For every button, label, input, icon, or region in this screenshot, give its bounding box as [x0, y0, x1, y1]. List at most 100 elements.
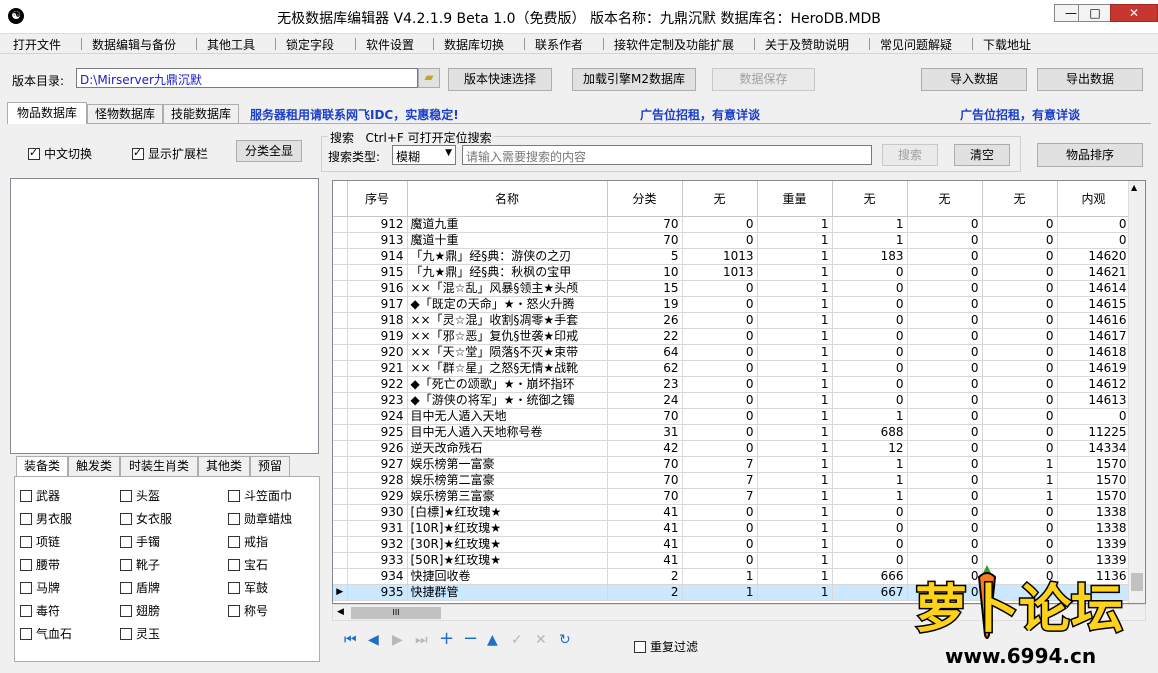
table-cell[interactable]: 23 [607, 376, 683, 393]
table-cell[interactable]: 0 [682, 376, 758, 393]
table-cell[interactable]: 0 [907, 440, 983, 457]
table-cell[interactable]: 0 [982, 520, 1058, 537]
table-cell[interactable]: 2 [607, 584, 683, 601]
table-cell[interactable]: 14617 [1057, 328, 1131, 345]
category-checkbox[interactable]: 称号 [228, 602, 268, 619]
table-cell[interactable]: 10 [607, 264, 683, 281]
table-cell[interactable]: 31 [607, 424, 683, 441]
table-cell[interactable]: 70 [607, 488, 683, 505]
table-row[interactable]: 912 魔道九重 70 0 1 1 0 0 0 [333, 216, 1131, 233]
table-cell[interactable]: 0 [982, 264, 1058, 281]
table-cell[interactable]: 0 [907, 408, 983, 425]
row-indicator[interactable] [333, 520, 348, 537]
table-cell[interactable]: 1338 [1057, 504, 1131, 521]
category-checkbox[interactable]: 毒符 [20, 602, 60, 619]
category-checkbox[interactable]: 马牌 [20, 579, 60, 596]
table-cell[interactable]: 1 [757, 248, 833, 265]
row-indicator[interactable] [333, 232, 348, 249]
table-cell[interactable]: 1 [757, 392, 833, 409]
table-cell[interactable]: 935 [347, 584, 408, 601]
column-header[interactable]: 无 [982, 181, 1058, 217]
table-cell[interactable]: 1 [757, 408, 833, 425]
row-indicator[interactable] [333, 344, 348, 361]
row-indicator[interactable]: ▶ [333, 584, 348, 601]
table-row[interactable]: 931 [10R]★红玫瑰★ 41 0 1 0 0 0 1338 [333, 520, 1131, 537]
table-cell[interactable]: 1 [832, 408, 908, 425]
table-row[interactable]: 918 ××「灵☆混」收割§凋零★手套 26 0 1 0 0 0 14616 [333, 312, 1131, 329]
tab-fashion[interactable]: 时装生肖类 [120, 456, 198, 476]
row-indicator[interactable] [333, 408, 348, 425]
table-cell[interactable]: 14619 [1057, 360, 1131, 377]
table-cell[interactable]: ××「混☆乱」风暴§领主★头颅 [407, 280, 608, 297]
table-cell[interactable]: 0 [982, 360, 1058, 377]
table-cell[interactable]: 魔道九重 [407, 216, 608, 233]
table-cell[interactable]: 70 [607, 456, 683, 473]
row-indicator[interactable] [333, 504, 348, 521]
row-indicator[interactable] [333, 552, 348, 569]
category-checkbox[interactable]: 军鼓 [228, 579, 268, 596]
load-m2-button[interactable]: 加载引擎M2数据库 [572, 68, 696, 91]
table-cell[interactable]: 0 [832, 520, 908, 537]
table-cell[interactable]: 0 [682, 552, 758, 569]
table-cell[interactable]: 0 [682, 392, 758, 409]
table-cell[interactable]: ××「天☆堂」陨落§不灭★束带 [407, 344, 608, 361]
menu-download[interactable]: 下载地址 [983, 36, 1031, 53]
table-cell[interactable]: 0 [982, 440, 1058, 457]
table-cell[interactable]: 1013 [682, 248, 758, 265]
table-cell[interactable]: 924 [347, 408, 408, 425]
tab-skills[interactable]: 技能数据库 [163, 104, 239, 124]
table-cell[interactable]: 目中无人遁入天地称号卷 [407, 424, 608, 441]
table-cell[interactable]: 923 [347, 392, 408, 409]
table-cell[interactable]: 14621 [1057, 264, 1131, 281]
category-checkbox[interactable]: 手镯 [120, 533, 160, 550]
close-button[interactable]: ✕ [1110, 4, 1158, 22]
table-cell[interactable]: 930 [347, 504, 408, 521]
table-cell[interactable]: 1 [982, 456, 1058, 473]
row-indicator[interactable] [333, 376, 348, 393]
row-indicator[interactable] [333, 440, 348, 457]
table-cell[interactable]: 0 [682, 408, 758, 425]
table-cell[interactable]: 64 [607, 344, 683, 361]
table-cell[interactable]: 0 [982, 504, 1058, 521]
grid-vertical-scrollbar[interactable]: ▲ [1128, 181, 1145, 603]
table-cell[interactable]: 19 [607, 296, 683, 313]
row-indicator[interactable] [333, 568, 348, 585]
table-cell[interactable]: 0 [982, 344, 1058, 361]
table-row[interactable]: 930 [白標]★红玫瑰★ 41 0 1 0 0 0 1338 [333, 504, 1131, 521]
table-cell[interactable]: 0 [682, 280, 758, 297]
table-cell[interactable]: 1570 [1057, 472, 1131, 489]
folder-icon[interactable]: ▰ [418, 68, 440, 88]
table-cell[interactable]: 70 [607, 232, 683, 249]
table-cell[interactable]: 0 [1057, 232, 1131, 249]
table-cell[interactable]: 0 [907, 392, 983, 409]
table-cell[interactable]: 918 [347, 312, 408, 329]
table-cell[interactable]: 7 [682, 488, 758, 505]
edit-record-icon[interactable]: ▲ [487, 632, 498, 648]
table-cell[interactable]: 919 [347, 328, 408, 345]
table-cell[interactable]: 41 [607, 504, 683, 521]
table-cell[interactable]: 0 [907, 344, 983, 361]
table-cell[interactable]: 1 [757, 568, 833, 585]
item-grid[interactable]: 序号 名称 分类无重量无无无内观 912 魔道九重 70 0 1 1 0 0 0 913 魔道十重 70 0… [332, 180, 1146, 604]
row-indicator[interactable] [333, 312, 348, 329]
table-cell[interactable]: 0 [907, 488, 983, 505]
category-checkbox[interactable]: 斗笠面巾 [228, 487, 292, 504]
row-indicator[interactable] [333, 296, 348, 313]
row-indicator[interactable] [333, 248, 348, 265]
table-cell[interactable]: 0 [982, 424, 1058, 441]
table-cell[interactable]: 0 [982, 536, 1058, 553]
table-row[interactable]: 914 「九★鼎」经§典：游侠の之刃 5 1013 1 183 0 0 14620 [333, 248, 1131, 265]
clear-button[interactable]: 清空 [954, 144, 1010, 166]
first-record-icon[interactable]: ⏮ [344, 632, 357, 648]
table-cell[interactable]: 0 [907, 376, 983, 393]
refresh-icon[interactable]: ↻ [559, 632, 571, 648]
maximize-button[interactable]: □ [1078, 4, 1112, 22]
category-checkbox[interactable]: 女衣服 [120, 510, 172, 527]
table-cell[interactable]: 1 [757, 584, 833, 601]
table-cell[interactable]: 41 [607, 520, 683, 537]
table-cell[interactable]: 912 [347, 216, 408, 233]
table-cell[interactable]: 0 [832, 296, 908, 313]
table-cell[interactable]: 0 [832, 392, 908, 409]
table-cell[interactable]: 0 [832, 536, 908, 553]
category-checkbox[interactable]: 戒指 [228, 533, 268, 550]
